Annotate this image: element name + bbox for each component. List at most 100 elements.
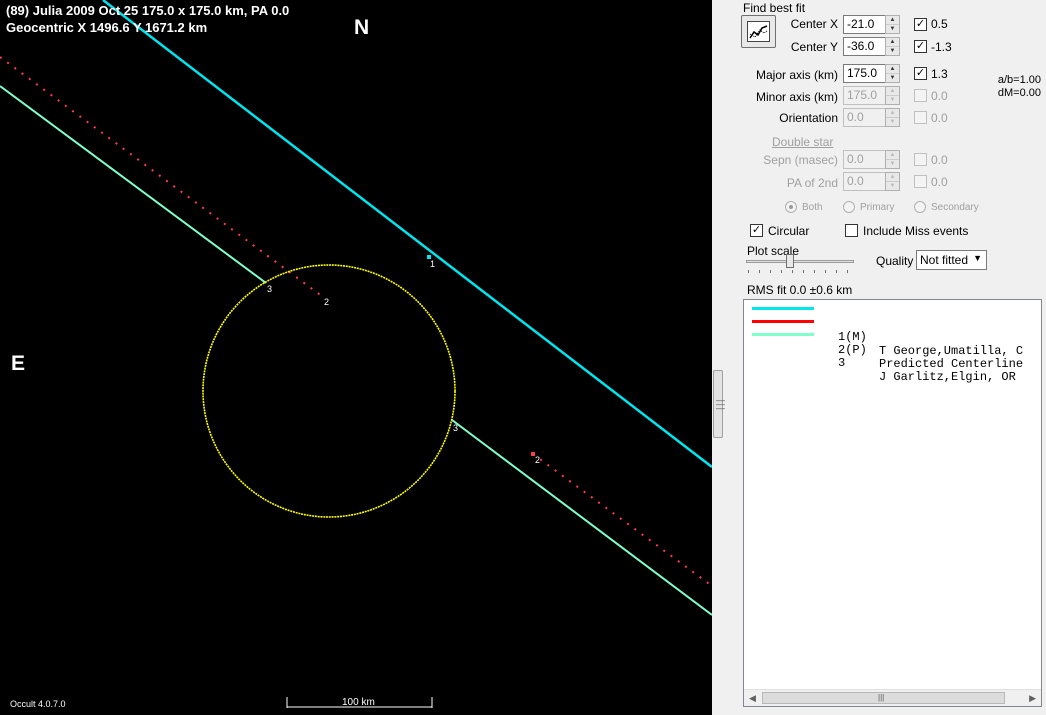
scale-bar-label: 100 km: [342, 697, 375, 708]
pa-of-second-input[interactable]: 0.0: [843, 172, 887, 191]
radio-both-label: Both: [802, 202, 823, 213]
chord-id: 2(P): [838, 343, 867, 357]
chord-observer: J Garlitz,Elgin, OR: [879, 370, 1016, 384]
major-axis-input[interactable]: 175.0: [843, 64, 887, 83]
list-item[interactable]: 3 J Garlitz,Elgin, OR: [744, 328, 1041, 384]
slider-tick: [803, 270, 804, 273]
center-x-fit-value: 0.5: [931, 17, 948, 31]
major-axis-label: Major axis (km): [755, 68, 838, 82]
find-best-fit-button[interactable]: [741, 15, 776, 48]
scroll-left-icon[interactable]: ◀: [749, 693, 756, 704]
minor-axis-label: Minor axis (km): [755, 90, 838, 104]
include-miss-checkbox[interactable]: [845, 224, 858, 237]
orientation-fit-checkbox[interactable]: [914, 111, 927, 124]
chevron-down-icon: ▼: [973, 253, 982, 263]
center-x-spinner[interactable]: ▲ ▼: [885, 15, 900, 34]
major-axis-fit-checkbox[interactable]: ✓: [914, 67, 927, 80]
delta-magnitude-value: dM=0.00: [997, 87, 1041, 99]
slider-tick: [748, 270, 749, 273]
north-label: N: [354, 16, 370, 39]
circular-label: Circular: [768, 224, 810, 238]
minor-axis-spinner[interactable]: ▲ ▼: [885, 86, 900, 105]
occultation-plot[interactable]: (89) Julia 2009 Oct 25 175.0 x 175.0 km,…: [0, 0, 712, 715]
minor-axis-input[interactable]: 175.0: [843, 86, 887, 105]
separation-spinner[interactable]: ▲ ▼: [885, 150, 900, 169]
radio-both[interactable]: [785, 201, 797, 213]
chord-line-1: [102, 0, 712, 468]
chord-label-3: 3: [267, 284, 273, 294]
include-miss-label: Include Miss events: [863, 224, 969, 238]
slider-tick: [847, 270, 848, 273]
list-item[interactable]: 2(P) Predicted Centerline: [744, 315, 1041, 371]
predicted-centerline-upper: [0, 56, 324, 298]
chord-label-1: 1: [430, 259, 436, 269]
pa-of-second-fit-checkbox[interactable]: [914, 175, 927, 188]
pa-of-second-fit-value: 0.0: [931, 175, 948, 189]
orientation-input[interactable]: 0.0: [843, 108, 887, 127]
separation-fit-checkbox[interactable]: [914, 153, 927, 166]
slider-tick: [814, 270, 815, 273]
slider-tick: [825, 270, 826, 273]
center-x-fit-checkbox[interactable]: ✓: [914, 18, 927, 31]
axis-ratio-value: a/b=1.00: [997, 74, 1041, 86]
orientation-fit-value: 0.0: [931, 111, 948, 125]
chord-observer: T George,Umatilla, C: [879, 344, 1024, 358]
chord-label-2: 2: [535, 455, 541, 465]
list-item[interactable]: 1(M) T George,Umatilla, C: [744, 302, 1041, 358]
horizontal-scrollbar[interactable]: ◀ ||| ▶: [744, 689, 1041, 706]
chord-list[interactable]: 1(M) T George,Umatilla, C 2(P) Predicted…: [743, 299, 1042, 707]
version-label: Occult 4.0.7.0: [10, 699, 66, 709]
chord-1-swatch: [752, 307, 814, 310]
chord-line-3-upper: [0, 85, 267, 284]
scroll-right-icon[interactable]: ▶: [1029, 693, 1036, 704]
center-y-fit-value: -1.3: [931, 40, 952, 54]
quality-select[interactable]: Not fitted ▼: [916, 250, 987, 270]
slider-tick: [836, 270, 837, 273]
radio-secondary-label: Secondary: [931, 202, 979, 213]
minor-axis-fit-value: 0.0: [931, 89, 948, 103]
plot-canvas: [0, 0, 712, 708]
chord-2-swatch: [752, 320, 814, 323]
fit-chart-icon: [747, 21, 770, 42]
minor-axis-fit-checkbox[interactable]: [914, 89, 927, 102]
grip-icon: |||: [878, 693, 885, 702]
splitter[interactable]: [712, 0, 724, 715]
slider-tick: [759, 270, 760, 273]
east-label: E: [11, 352, 26, 375]
quality-label: Quality: [876, 254, 914, 268]
find-best-fit-label: Find best fit: [743, 1, 806, 15]
orientation-spinner[interactable]: ▲ ▼: [885, 108, 900, 127]
plot-scale-slider-track[interactable]: [746, 260, 854, 263]
predicted-centerline-lower: [532, 453, 712, 587]
slider-tick: [781, 270, 782, 273]
chord-id: 3: [838, 356, 846, 370]
orientation-label: Orientation: [779, 111, 838, 125]
slider-tick: [770, 270, 771, 273]
chord-label-2: 2: [324, 297, 330, 307]
center-y-spinner[interactable]: ▲ ▼: [885, 37, 900, 56]
plot-scale-slider-thumb[interactable]: [786, 254, 794, 268]
separation-fit-value: 0.0: [931, 153, 948, 167]
chord-3-swatch: [752, 333, 814, 336]
major-axis-spinner[interactable]: ▲ ▼: [885, 64, 900, 83]
center-x-input[interactable]: -21.0: [843, 15, 887, 34]
radio-primary-label: Primary: [860, 202, 895, 213]
circular-checkbox[interactable]: ✓: [750, 224, 763, 237]
double-star-label: Double star: [772, 135, 834, 149]
center-y-input[interactable]: -36.0: [843, 37, 887, 56]
separation-input[interactable]: 0.0: [843, 150, 887, 169]
geocentric-coords: Geocentric X 1496.6 Y 1671.2 km: [6, 20, 208, 35]
quality-select-value: Not fitted: [920, 253, 969, 267]
separation-label: Sepn (masec): [763, 153, 838, 167]
slider-tick: [792, 270, 793, 273]
rms-fit-label: RMS fit 0.0 ±0.6 km: [747, 283, 853, 297]
pa-of-second-spinner[interactable]: ▲ ▼: [885, 172, 900, 191]
center-y-fit-checkbox[interactable]: ✓: [914, 40, 927, 53]
center-y-label: Center Y: [790, 40, 838, 54]
plot-title: (89) Julia 2009 Oct 25 175.0 x 175.0 km,…: [6, 3, 290, 18]
pa-of-second-label: PA of 2nd: [786, 176, 838, 190]
chord-line-3-lower: [451, 419, 712, 616]
radio-primary[interactable]: [843, 201, 855, 213]
radio-secondary[interactable]: [914, 201, 926, 213]
chord-label-3: 3: [453, 423, 459, 433]
